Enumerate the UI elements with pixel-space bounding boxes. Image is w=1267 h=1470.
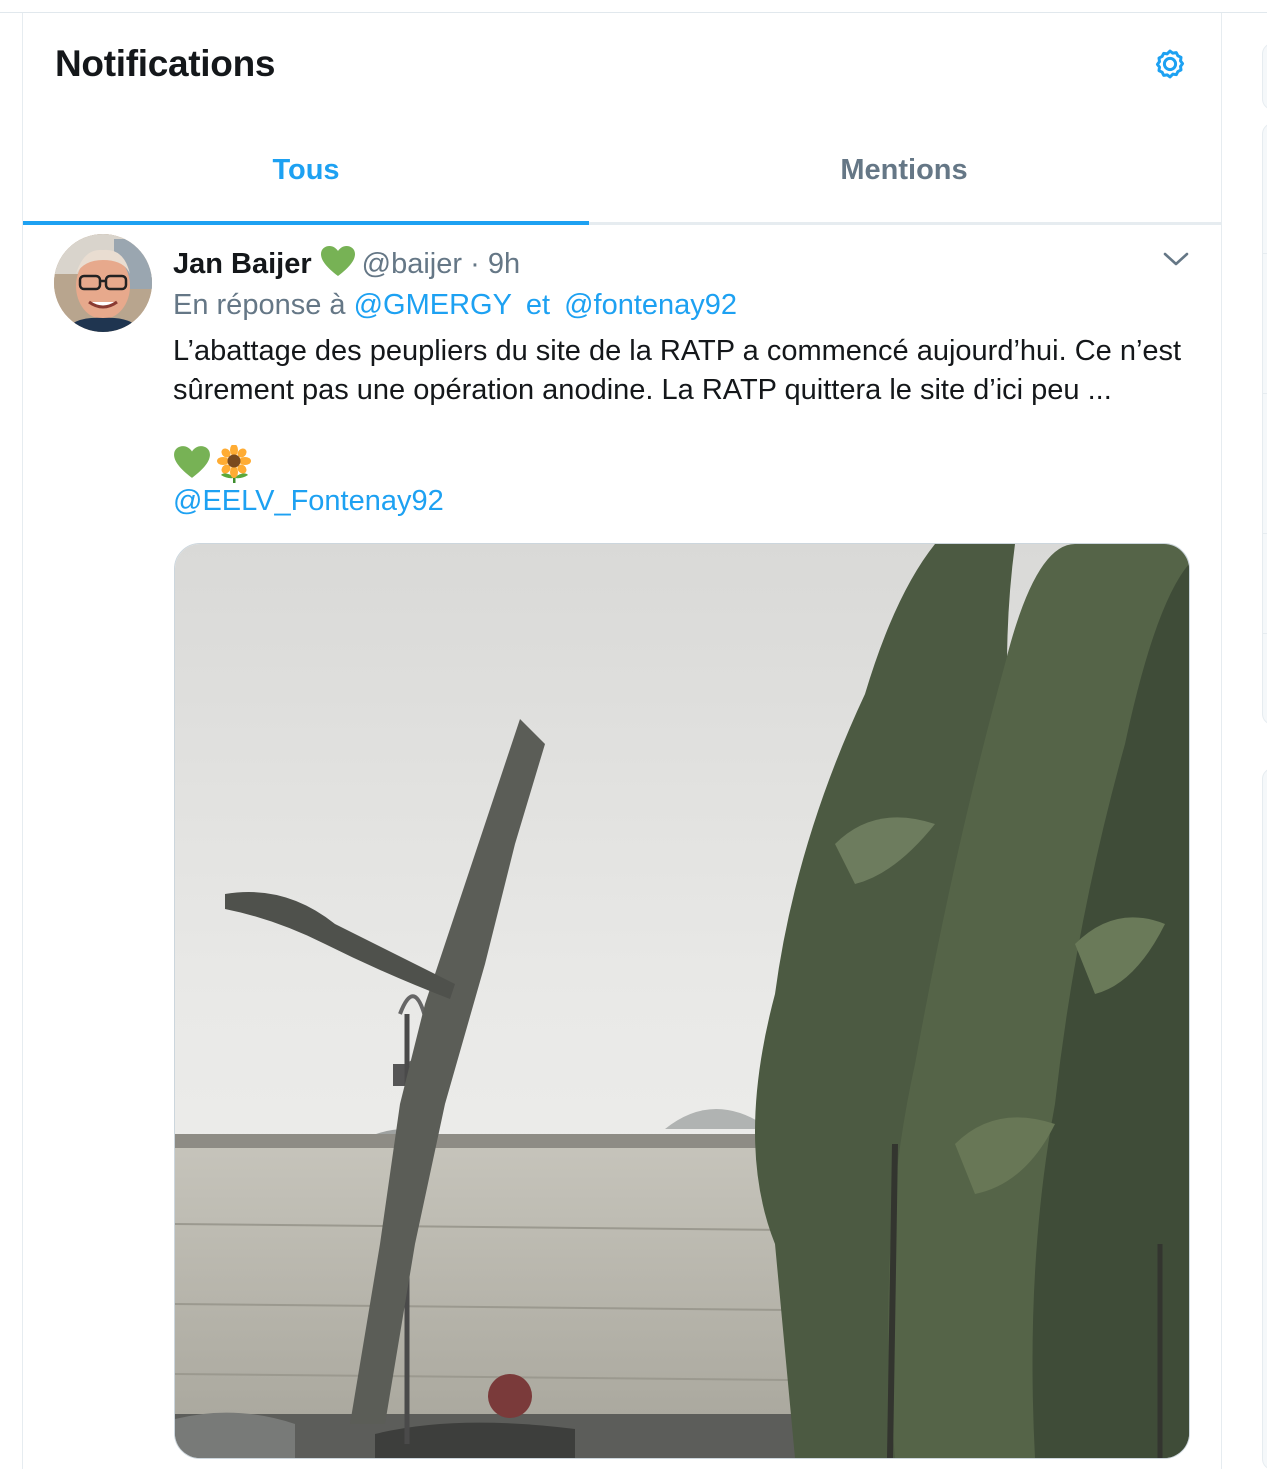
- green-heart-emoji: [173, 445, 211, 484]
- tweet-mention-eelv[interactable]: @EELV_Fontenay92: [173, 485, 444, 518]
- green-heart-emoji: [320, 245, 356, 285]
- tab-label: Mentions: [840, 153, 968, 186]
- author-name[interactable]: Jan Baijer: [173, 248, 312, 280]
- tab-label: Tous: [272, 153, 340, 186]
- right-search-box-edge[interactable]: [1262, 43, 1267, 110]
- page-header: Notifications: [23, 13, 1221, 118]
- tab-tous[interactable]: Tous: [23, 118, 589, 225]
- tweet-emojis: [173, 444, 253, 488]
- video-thumbnail[interactable]: [174, 543, 1190, 1459]
- tab-mentions[interactable]: Mentions: [621, 118, 1187, 222]
- tweet-text: L’abattage des peupliers du site de la R…: [173, 335, 1182, 406]
- reply-context: En réponse à @GMERGY et @fontenay92: [173, 289, 737, 322]
- divider: [1262, 533, 1267, 534]
- reply-prefix: En réponse à: [173, 289, 346, 321]
- browser-top-edge: [0, 0, 1267, 13]
- author-handle[interactable]: @baijer: [362, 248, 462, 280]
- page-title: Notifications: [55, 43, 276, 84]
- notifications-column: Notifications Tous Mentions Jan Baijer @…: [22, 13, 1222, 1469]
- right-panel-card-edge: [1262, 768, 1267, 1470]
- gear-icon[interactable]: [1149, 43, 1191, 85]
- divider: [1262, 393, 1267, 394]
- tweet-timestamp[interactable]: 9h: [488, 248, 520, 280]
- meta-separator: ·: [470, 248, 480, 280]
- reply-mention-gmergy[interactable]: @GMERGY: [354, 289, 512, 321]
- reply-joiner: et: [525, 289, 551, 321]
- right-panel-card-edge: [1262, 123, 1267, 725]
- chevron-down-icon[interactable]: [1160, 243, 1192, 275]
- tweet-header: Jan Baijer @baijer · 9h: [173, 245, 520, 285]
- reply-mention-fontenay92[interactable]: @fontenay92: [564, 289, 737, 321]
- avatar[interactable]: [54, 234, 152, 332]
- notification-tabs: Tous Mentions: [23, 118, 1221, 225]
- tweet[interactable]: Jan Baijer @baijer · 9h En réponse à @GME…: [23, 225, 1221, 1469]
- divider: [1262, 633, 1267, 634]
- right-sidebar-edge: [1252, 13, 1267, 1470]
- sunflower-emoji: [215, 444, 253, 488]
- divider: [1262, 253, 1267, 254]
